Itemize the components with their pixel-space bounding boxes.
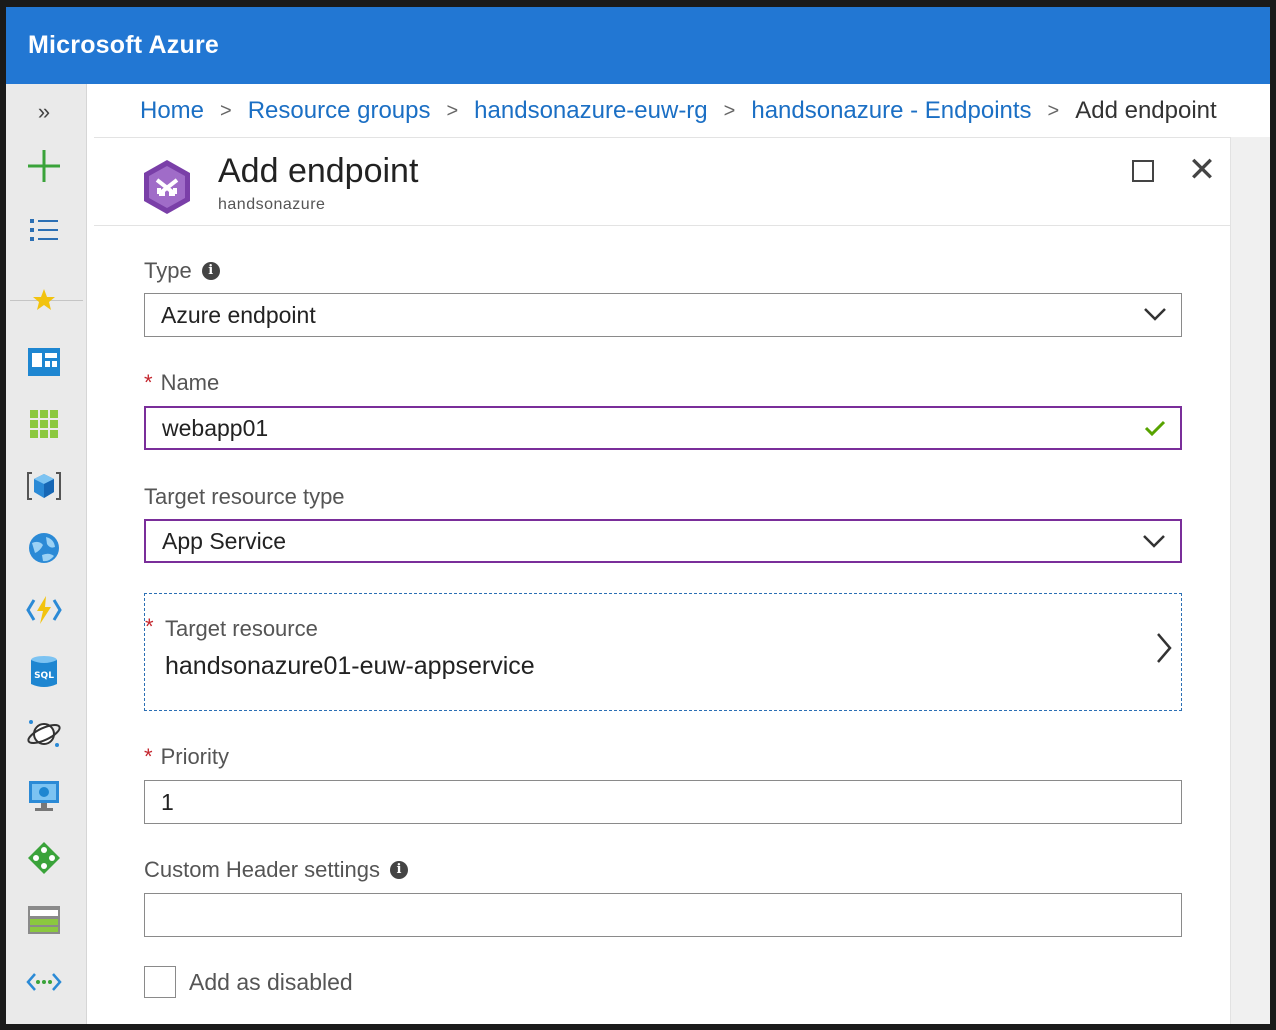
dashboard-icon[interactable] (22, 342, 66, 382)
chevron-down-icon (1143, 535, 1165, 548)
name-label-text: Name (160, 370, 220, 395)
azure-portal-window: Microsoft Azure » SQL Home > Resource gr… (0, 0, 1276, 1030)
custom-header-input[interactable] (144, 893, 1182, 937)
breadcrumb-home-link[interactable]: Home (140, 97, 204, 125)
target-resource-type-label: Target resource type (144, 484, 345, 509)
add-as-disabled-label[interactable]: Add as disabled (189, 969, 353, 996)
maximize-icon[interactable] (1132, 160, 1154, 182)
type-dropdown[interactable]: Azure endpoint (144, 293, 1182, 337)
blade-subtitle: handsonazure (218, 196, 326, 213)
type-label-text: Type (144, 258, 192, 283)
blade-scroll-area[interactable] (1230, 137, 1270, 1024)
target-resource-selector[interactable]: * Target resource handsonazure01-euw-app… (144, 593, 1182, 711)
chevron-right-icon (1157, 633, 1172, 663)
traffic-manager-icon (138, 158, 196, 216)
required-asterisk: * (145, 614, 154, 639)
favorites-star-icon[interactable] (22, 280, 66, 320)
checkmark-icon (1144, 420, 1166, 437)
add-as-disabled-checkbox[interactable] (144, 966, 176, 998)
target-resource-type-value: App Service (162, 527, 287, 554)
resource-groups-cube-icon[interactable] (22, 466, 66, 506)
name-input-value: webapp01 (162, 414, 269, 441)
priority-label-text: Priority (160, 744, 230, 769)
breadcrumb-endpoints-link[interactable]: handsonazure - Endpoints (751, 97, 1031, 125)
all-resources-grid-icon[interactable] (22, 404, 66, 444)
priority-input[interactable]: 1 (144, 780, 1182, 824)
breadcrumb-separator-icon: > (220, 99, 232, 122)
custom-header-label: Custom Header settings i (144, 857, 408, 883)
info-icon[interactable]: i (201, 262, 220, 280)
required-asterisk: * (144, 370, 153, 395)
type-selected-value: Azure endpoint (161, 301, 316, 328)
app-services-globe-icon[interactable] (22, 528, 66, 568)
svg-text:SQL: SQL (34, 671, 54, 681)
name-label: * Name (144, 370, 219, 396)
brand-title[interactable]: Microsoft Azure (28, 31, 219, 60)
storage-accounts-icon[interactable] (22, 900, 66, 940)
name-input[interactable]: webapp01 (144, 406, 1182, 450)
blade-header: Add endpoint handsonazure ✕ (94, 138, 1230, 226)
priority-input-value: 1 (161, 788, 174, 815)
breadcrumb-current: Add endpoint (1075, 97, 1217, 124)
close-icon[interactable]: ✕ (1184, 152, 1220, 188)
top-bar: Microsoft Azure (6, 7, 1270, 84)
add-endpoint-blade: Add endpoint handsonazure ✕ Type i Azure… (94, 137, 1230, 1024)
create-resource-plus-icon[interactable] (22, 146, 66, 186)
function-apps-lightning-icon[interactable] (22, 590, 66, 630)
target-resource-label: Target resource (165, 616, 318, 641)
type-label: Type i (144, 258, 220, 284)
required-asterisk: * (144, 744, 153, 769)
info-icon[interactable]: i (390, 861, 408, 879)
chevron-down-icon (1144, 308, 1166, 321)
breadcrumb-resource-groups-link[interactable]: Resource groups (248, 97, 431, 125)
add-as-disabled-row: Add as disabled (144, 966, 353, 998)
priority-label: * Priority (144, 744, 229, 770)
breadcrumb: Home > Resource groups > handsonazure-eu… (140, 97, 1217, 125)
cosmos-db-planet-icon[interactable] (22, 714, 66, 754)
breadcrumb-separator-icon: > (723, 99, 736, 122)
breadcrumb-resource-group-link[interactable]: handsonazure-euw-rg (474, 97, 707, 125)
load-balancer-icon[interactable] (22, 838, 66, 878)
target-resource-type-dropdown[interactable]: App Service (144, 519, 1182, 563)
breadcrumb-separator-icon: > (1047, 99, 1060, 122)
expand-menu-icon[interactable]: » (22, 92, 66, 132)
blade-title: Add endpoint (218, 152, 419, 190)
virtual-machines-monitor-icon[interactable] (22, 776, 66, 816)
virtual-networks-icon[interactable] (22, 962, 66, 1002)
all-services-list-icon[interactable] (22, 210, 66, 250)
breadcrumb-separator-icon: > (446, 99, 459, 122)
target-resource-value: handsonazure01-euw-appservice (165, 652, 535, 680)
sql-database-icon[interactable]: SQL (22, 652, 66, 692)
left-navigation: » SQL (6, 84, 87, 1024)
custom-header-label-text: Custom Header settings (144, 857, 380, 882)
